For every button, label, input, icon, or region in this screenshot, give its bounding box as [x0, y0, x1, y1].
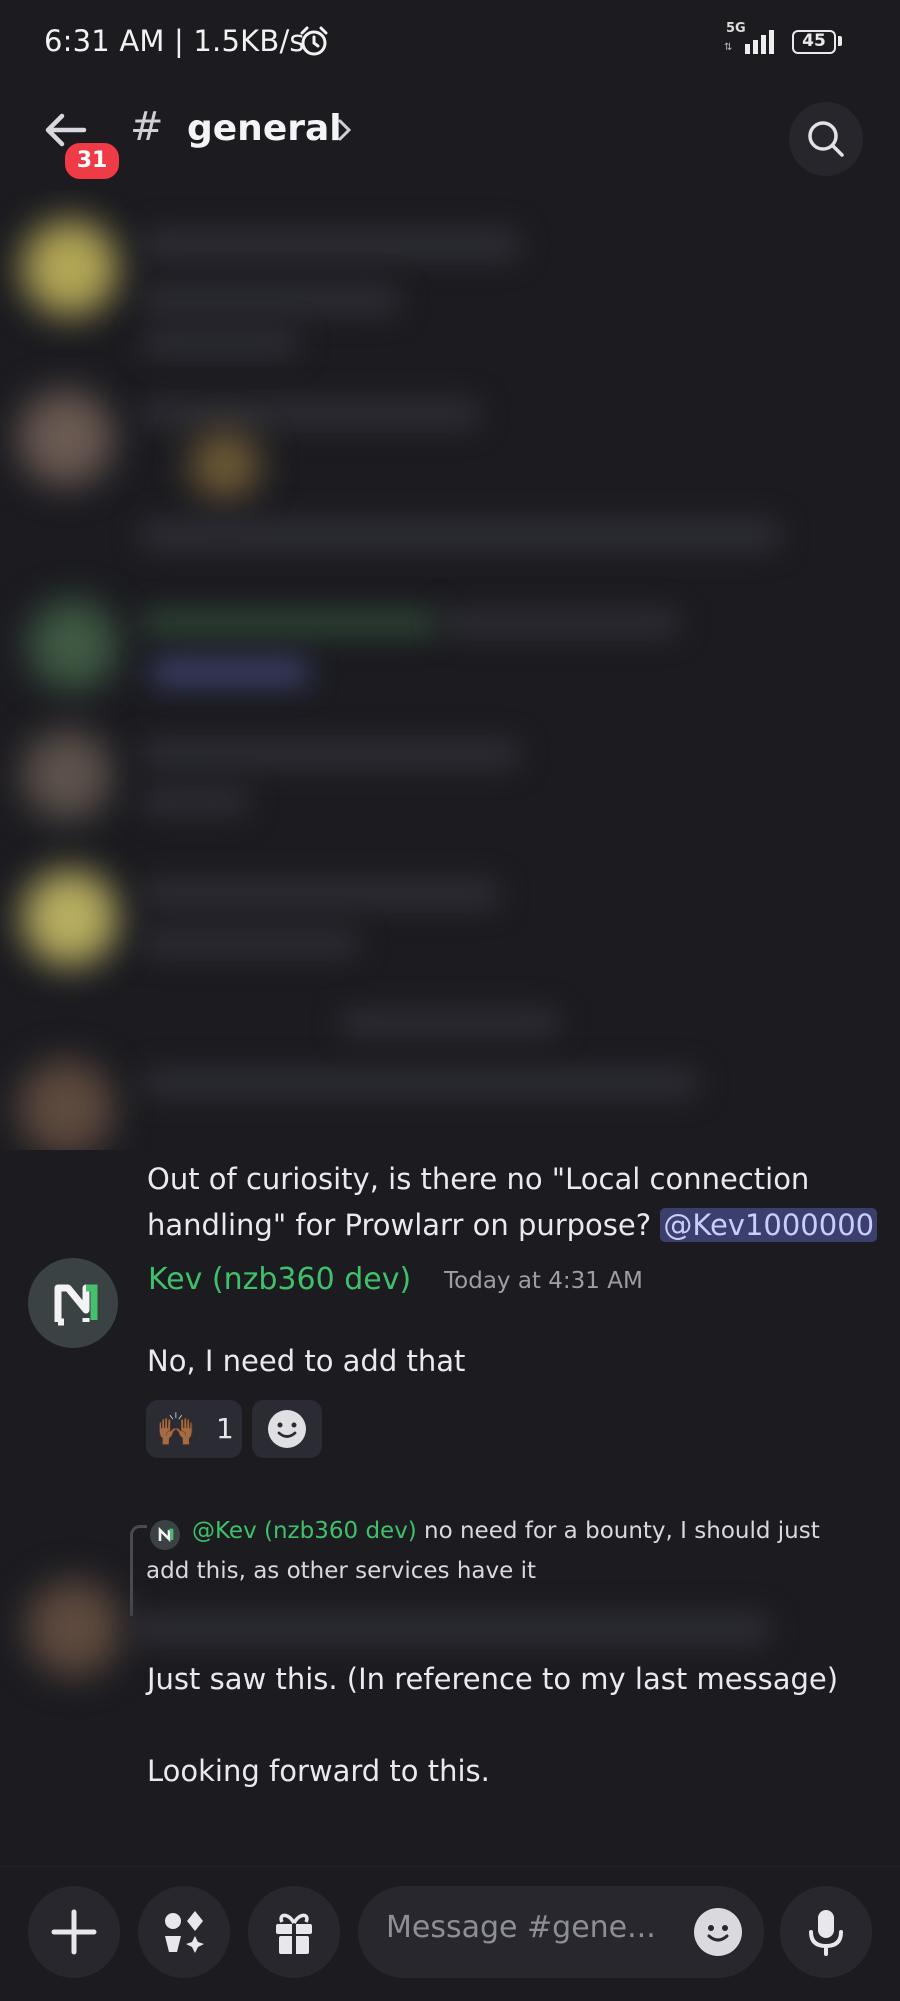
plus-icon	[51, 1909, 97, 1955]
alarm-icon	[297, 24, 331, 62]
apps-button[interactable]	[138, 1886, 230, 1978]
attach-button[interactable]	[28, 1886, 120, 1978]
message-input-placeholder: Message #gene...	[386, 1910, 656, 1945]
message-text-line: Out of curiosity, is there no "Local con…	[147, 1162, 810, 1196]
status-time-speed: 6:31 AM | 1.5KB/s	[44, 24, 305, 58]
reply-connector	[130, 1525, 147, 1616]
message-text: Just saw this. (In reference to my last …	[147, 1662, 839, 1696]
smile-icon	[268, 1410, 306, 1448]
message-timestamp: Today at 4:31 AM	[444, 1268, 643, 1294]
gift-button[interactable]	[248, 1886, 340, 1978]
reply-preview-text: add this, as other services have it	[146, 1558, 537, 1584]
voice-message-button[interactable]	[780, 1886, 872, 1978]
message-author[interactable]: Kev (nzb360 dev)	[148, 1262, 411, 1297]
message-text: Looking forward to this.	[147, 1754, 490, 1788]
message-text: handling" for Prowlarr on purpose?	[147, 1208, 661, 1242]
signal-icon	[745, 28, 781, 58]
blurred-avatar	[20, 1540, 122, 1676]
data-arrows-icon: ⇅	[724, 42, 733, 53]
reply-preview-text: no need for a bounty, I should just	[424, 1518, 820, 1544]
blurred-author-line	[130, 1610, 770, 1648]
blurred-message-history	[0, 190, 900, 1150]
raised-hands-emoji: 🙌🏾	[156, 1410, 196, 1448]
avatar[interactable]	[28, 1258, 118, 1348]
network-type: 5G	[726, 21, 746, 36]
nzb360-logo-icon	[158, 1526, 174, 1543]
search-button[interactable]	[789, 102, 863, 176]
search-icon	[808, 121, 844, 157]
channel-name[interactable]: general	[187, 108, 342, 149]
smile-icon	[707, 1925, 729, 1942]
emoji-button[interactable]	[694, 1908, 742, 1956]
reaction-chip[interactable]: 🙌🏾 1	[146, 1400, 242, 1458]
reaction-count: 1	[216, 1412, 234, 1445]
message-input[interactable]: Message #gene...	[358, 1886, 764, 1978]
unread-badge: 31	[62, 140, 122, 182]
microphone-icon	[809, 1910, 843, 1956]
reply-avatar	[150, 1520, 180, 1550]
chevron-right-icon[interactable]	[336, 116, 354, 148]
nzb360-logo-icon	[54, 1284, 98, 1326]
apps-icon	[165, 1911, 204, 1953]
gift-icon	[276, 1913, 312, 1954]
battery-level: 45	[802, 31, 826, 51]
message-text-line: handling" for Prowlarr on purpose? @Kev1…	[147, 1202, 878, 1248]
message-text: No, I need to add that	[147, 1344, 466, 1378]
add-reaction-button[interactable]	[252, 1400, 322, 1458]
channel-hash-icon: #	[130, 104, 164, 150]
battery-icon: 45	[792, 30, 836, 54]
battery-tip	[838, 36, 842, 46]
reply-author[interactable]: @Kev (nzb360 dev)	[192, 1518, 417, 1544]
user-mention[interactable]: @Kev1000000	[660, 1208, 878, 1242]
